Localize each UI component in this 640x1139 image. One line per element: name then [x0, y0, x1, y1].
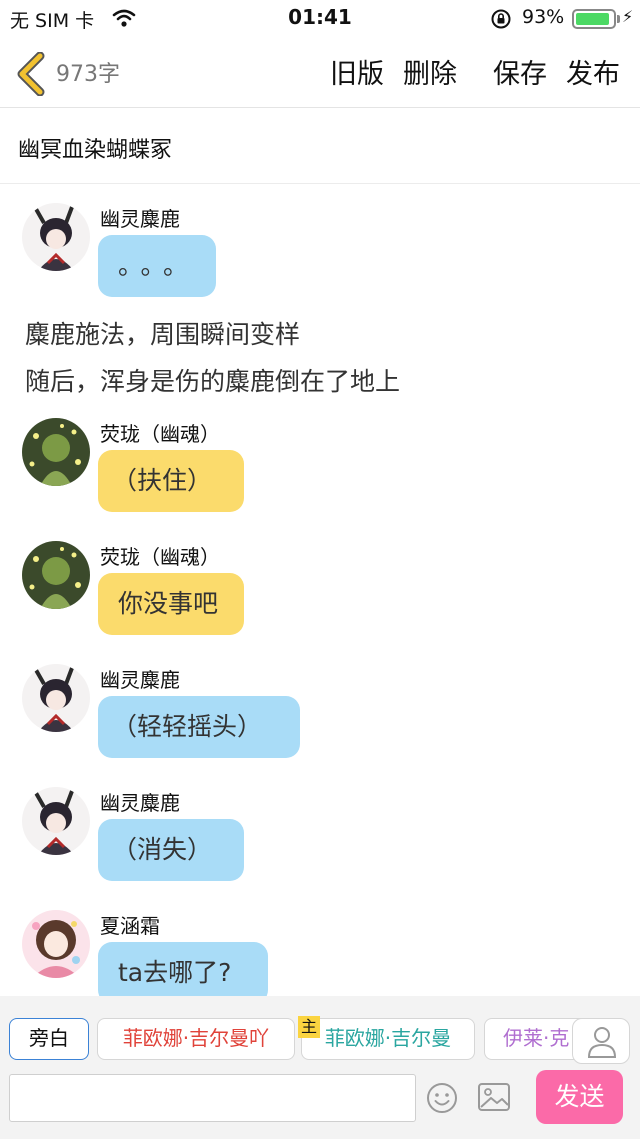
role-chip[interactable]: 菲欧娜·吉尔曼吖	[97, 1018, 295, 1060]
message-bubble[interactable]: 你没事吧	[98, 573, 244, 635]
message-input[interactable]	[9, 1074, 416, 1122]
publish-button[interactable]: 发布	[566, 52, 620, 91]
nav-bar: 973字 旧版 删除 保存 发布	[0, 40, 640, 108]
host-badge: 主	[298, 1016, 320, 1038]
battery-percent: 93%	[522, 6, 565, 28]
battery-fill	[576, 13, 610, 25]
input-bar: 发送	[0, 1064, 640, 1139]
person-icon	[587, 1027, 617, 1058]
story-title-row[interactable]: 幽冥血染蝴蝶冢	[0, 108, 640, 184]
battery-icon	[572, 9, 616, 29]
chat-message[interactable]: 夏涵霜 ta去哪了?	[0, 910, 640, 996]
message-bubble[interactable]: （消失）	[98, 819, 244, 881]
character-manage-button[interactable]	[572, 1018, 630, 1064]
chat-message[interactable]: 荧珑（幽魂） 你没事吧	[0, 541, 640, 641]
save-button[interactable]: 保存	[493, 52, 547, 91]
send-button[interactable]: 发送	[536, 1070, 623, 1124]
deer-avatar[interactable]	[22, 664, 90, 732]
speaker-name: 幽灵麋鹿	[100, 791, 180, 815]
story-title: 幽冥血染蝴蝶冢	[18, 138, 173, 163]
charging-icon: ⚡	[622, 7, 634, 26]
message-bubble[interactable]: （扶住）	[98, 450, 244, 512]
narrator-chip[interactable]: 旁白	[9, 1018, 89, 1060]
speaker-name: 幽灵麋鹿	[100, 668, 180, 692]
chat-message[interactable]: 幽灵麋鹿 （消失）	[0, 787, 640, 887]
orientation-lock-icon	[490, 8, 512, 34]
chat-message[interactable]: 幽灵麋鹿 （轻轻摇头）	[0, 664, 640, 764]
old-version-button[interactable]: 旧版	[330, 52, 384, 91]
girl-avatar[interactable]	[22, 910, 90, 978]
image-icon[interactable]	[477, 1082, 511, 1112]
battery-tip	[617, 15, 620, 23]
message-bubble[interactable]: （轻轻摇头）	[98, 696, 300, 758]
word-count: 973字	[56, 62, 120, 87]
back-icon[interactable]	[14, 51, 50, 97]
role-selector-bar: 旁白 菲欧娜·吉尔曼吖 菲欧娜·吉尔曼 伊莱·克	[0, 996, 640, 1064]
speaker-name: 荧珑（幽魂）	[100, 545, 220, 569]
message-bubble[interactable]: ta去哪了?	[98, 942, 268, 996]
narration-text[interactable]: 麋鹿施法，周围瞬间变样	[25, 315, 300, 351]
message-list[interactable]: 幽灵麋鹿 。。。 麋鹿施法，周围瞬间变样 随后，浑身是伤的麋鹿倒在了地上 荧珑（…	[0, 185, 640, 996]
chat-message[interactable]: 幽灵麋鹿 。。。	[0, 203, 640, 303]
speaker-name: 夏涵霜	[100, 914, 160, 938]
firefly-avatar[interactable]	[22, 418, 90, 486]
speaker-name: 幽灵麋鹿	[100, 207, 180, 231]
message-bubble[interactable]: 。。。	[98, 235, 216, 297]
speaker-name: 荧珑（幽魂）	[100, 422, 220, 446]
deer-avatar[interactable]	[22, 203, 90, 271]
chat-message[interactable]: 荧珑（幽魂） （扶住）	[0, 418, 640, 518]
deer-avatar[interactable]	[22, 787, 90, 855]
role-chip[interactable]: 菲欧娜·吉尔曼	[301, 1018, 475, 1060]
emoji-icon[interactable]	[426, 1082, 458, 1114]
narration-text[interactable]: 随后，浑身是伤的麋鹿倒在了地上	[25, 362, 400, 398]
delete-button[interactable]: 删除	[403, 52, 457, 91]
status-bar: 无 SIM 卡 01:41 93% ⚡	[0, 0, 640, 40]
firefly-avatar[interactable]	[22, 541, 90, 609]
